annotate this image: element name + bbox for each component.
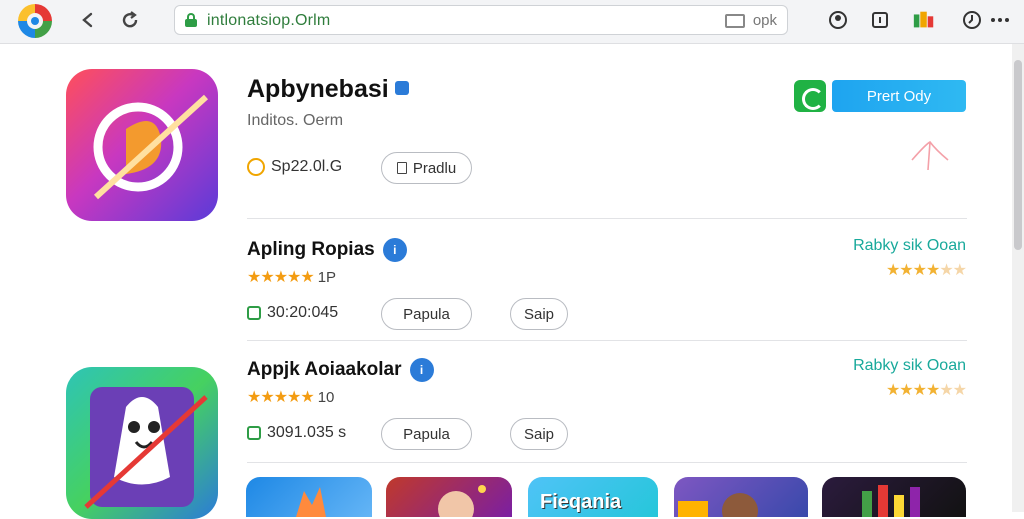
history-icon[interactable] <box>960 8 984 32</box>
thumbnail-card-2[interactable] <box>386 477 512 517</box>
featured-app-icon[interactable] <box>66 69 218 221</box>
scrollbar-thumb[interactable] <box>1014 60 1022 250</box>
thumbnail-card-5[interactable] <box>822 477 966 517</box>
thumbnail-card-1[interactable] <box>246 477 372 517</box>
install-button[interactable]: Prert Ody <box>832 80 966 112</box>
lock-icon <box>185 13 197 27</box>
featured-app-developer[interactable]: Inditos. Oerm <box>247 112 343 130</box>
row2-size: 3091.035 s <box>247 424 346 442</box>
thumbnail-card-3-text: Fieqania <box>540 491 622 513</box>
featured-size-text: Sp22.0l.G <box>271 158 343 175</box>
page-icon[interactable] <box>724 13 745 28</box>
row1-popular-button[interactable]: Papula <box>381 298 472 330</box>
address-bar[interactable]: intlonatsiop.Orlm opk <box>174 5 788 35</box>
row1-skip-button[interactable]: Saip <box>510 298 568 330</box>
row2-rating-text: 10 <box>317 388 335 406</box>
row1-side-label[interactable]: Rabky sik Ooan <box>853 237 966 255</box>
row2-title-text: Appjk Aoiaakolar <box>247 359 402 380</box>
featured-app-title[interactable]: Apbynebasi <box>247 75 409 104</box>
address-right-text: opk <box>752 12 777 29</box>
account-icon[interactable] <box>826 8 850 32</box>
row2-skip-button[interactable]: Saip <box>510 418 568 450</box>
row2-rating: ★★★★★ 10 <box>247 387 334 407</box>
row1-rating: ★★★★★ 1P <box>247 267 336 287</box>
browser-logo-icon[interactable] <box>18 4 52 38</box>
download-icon <box>247 426 261 440</box>
reload-icon[interactable] <box>118 8 142 32</box>
row2-size-text: 3091.035 s <box>267 424 347 441</box>
download-ring-icon <box>247 158 265 176</box>
url-text: intlonatsiop.Orlm <box>207 12 331 29</box>
expand-arrow-icon[interactable] <box>908 140 952 179</box>
info-badge-icon: i <box>382 238 407 262</box>
share-button[interactable] <box>794 80 826 112</box>
row2-side-stars-icon: ★★★★★★ <box>885 382 967 399</box>
row1-rating-text: 1P <box>317 268 337 286</box>
section-divider <box>247 340 967 341</box>
row2-popular-button[interactable]: Papula <box>381 418 472 450</box>
rating-stars-icon: ★★★★★ <box>247 269 315 286</box>
row2-side-label[interactable]: Rabky sik Ooan <box>853 357 966 375</box>
app-row-title-1[interactable]: Apling Ropias i <box>247 238 407 262</box>
featured-size: Sp22.0l.G <box>247 158 342 176</box>
tab-icon[interactable] <box>868 8 892 32</box>
vertical-scrollbar[interactable] <box>1012 44 1024 512</box>
row1-side-stars-icon: ★★★★★★ <box>885 262 967 279</box>
info-badge-icon: i <box>409 358 434 382</box>
thumbnail-card-4[interactable] <box>674 477 808 517</box>
browser-toolbar: intlonatsiop.Orlm opk <box>0 0 1024 44</box>
game-app-icon[interactable] <box>66 367 218 519</box>
verified-icon <box>394 81 409 95</box>
featured-pill-label: Pradlu <box>412 159 457 177</box>
document-icon <box>396 162 407 174</box>
more-menu-icon[interactable] <box>988 8 1012 32</box>
featured-pill-button[interactable]: Pradlu <box>381 152 472 184</box>
row1-size: 30:20:045 <box>247 304 338 322</box>
rating-stars-icon: ★★★★★ <box>247 389 315 406</box>
row1-size-text: 30:20:045 <box>267 304 339 321</box>
extensions-icon[interactable] <box>912 8 936 32</box>
row1-title-text: Apling Ropias <box>247 239 375 260</box>
thumbnail-card-3[interactable]: Fieqania <box>528 477 658 517</box>
back-icon[interactable] <box>76 8 100 32</box>
featured-title-text: Apbynebasi <box>247 75 389 103</box>
app-row-title-2[interactable]: Appjk Aoiaakolar i <box>247 358 434 382</box>
section-divider <box>247 462 967 463</box>
section-divider <box>247 218 967 219</box>
download-icon <box>247 306 261 320</box>
